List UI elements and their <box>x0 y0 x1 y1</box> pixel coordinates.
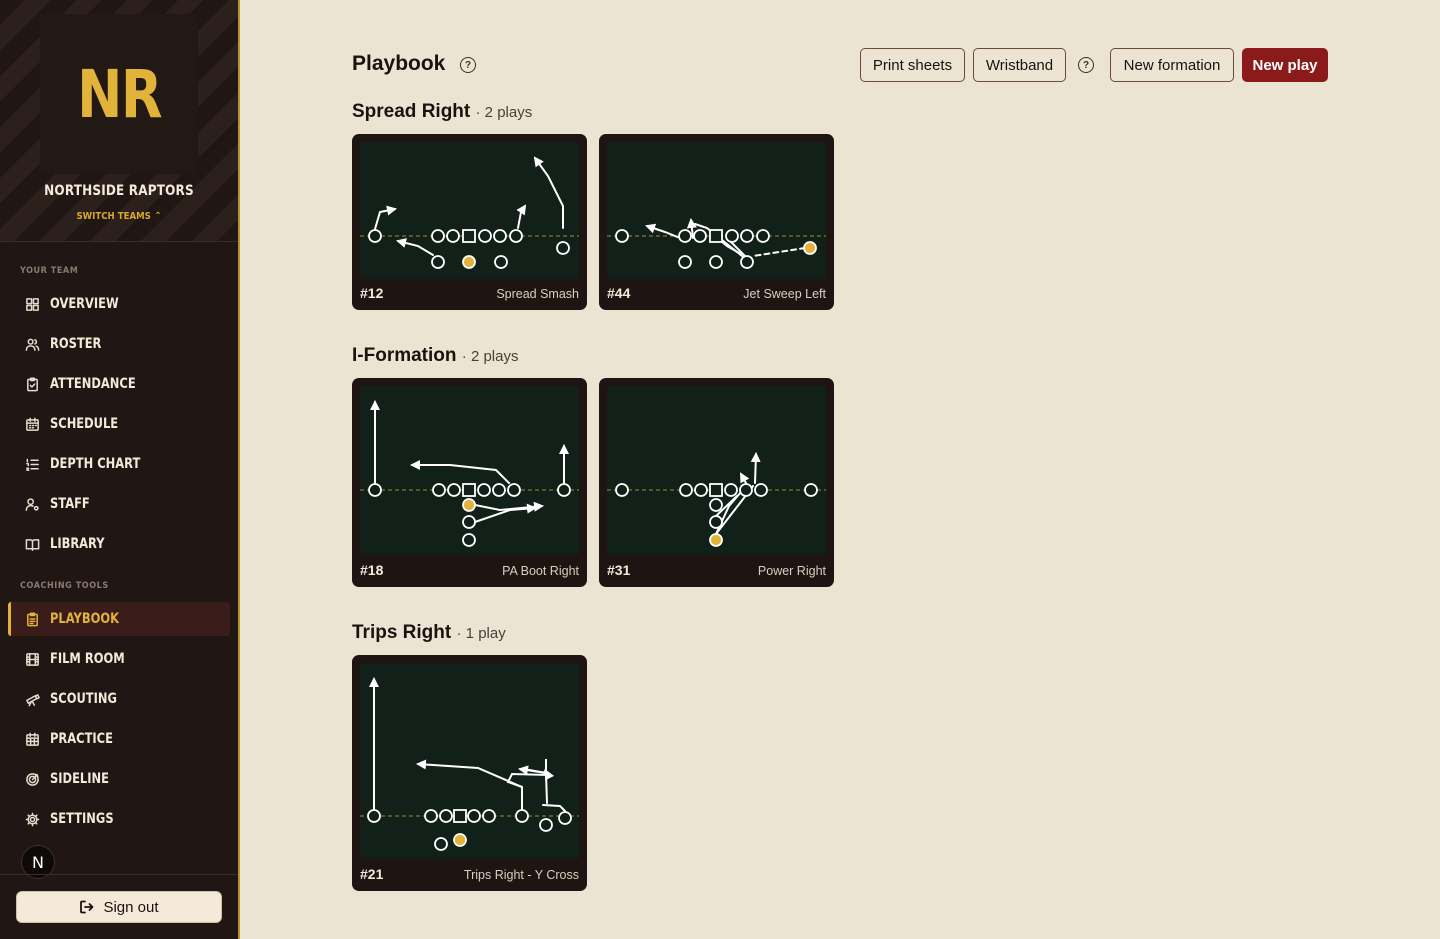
formation-name: Spread Right <box>352 101 471 122</box>
sidebar-item-label: PRACTICE <box>50 731 113 747</box>
sidebar-item-attendance[interactable]: ATTENDANCE <box>8 367 230 401</box>
play-card[interactable]: #12 Spread Smash <box>352 134 587 310</box>
sidebar-item-label: SETTINGS <box>50 811 114 827</box>
play-count: · 1 play <box>456 625 506 642</box>
sidebar-item-label: ROSTER <box>50 336 102 352</box>
page-title: Playbook <box>352 52 446 75</box>
play-name: Power Right <box>757 564 826 578</box>
play-number: #21 <box>360 866 384 882</box>
formation-name: I-Formation <box>352 345 457 366</box>
nav-section-coaching-tools: COACHING TOOLS <box>20 581 109 591</box>
sidebar-divider <box>0 874 238 875</box>
formation-title: Trips Right · 1 play <box>352 622 506 644</box>
calendar-icon <box>24 416 40 432</box>
chevron-up-down-icon: ⌃ <box>154 211 162 222</box>
print-sheets-button[interactable]: Print sheets <box>860 48 965 82</box>
play-card[interactable]: #21 Trips Right - Y Cross <box>352 655 587 891</box>
formation-title: I-Formation · 2 plays <box>352 345 518 367</box>
film-icon <box>24 651 40 667</box>
play-number: #18 <box>360 562 384 578</box>
list-ordered-icon <box>24 456 40 472</box>
sidebar-item-label: PLAYBOOK <box>50 611 119 627</box>
sidebar-item-label: SIDELINE <box>50 771 109 787</box>
switch-teams-label: SWITCH TEAMS <box>76 211 151 222</box>
sidebar: NR NORTHSIDE RAPTORS SWITCH TEAMS ⌃ YOUR … <box>0 0 240 939</box>
play-card[interactable]: #44 Jet Sweep Left <box>599 134 834 310</box>
team-name: NORTHSIDE RAPTORS <box>44 183 194 199</box>
sidebar-item-label: DEPTH CHART <box>50 456 141 472</box>
sidebar-item-practice[interactable]: PRACTICE <box>8 722 230 756</box>
sidebar-item-label: SCHEDULE <box>50 416 119 432</box>
team-logo: NR <box>40 14 198 174</box>
new-play-button[interactable]: New play <box>1242 48 1328 82</box>
play-diagram-svg <box>360 156 579 269</box>
telescope-icon <box>24 691 40 707</box>
sidebar-item-label: LIBRARY <box>50 536 105 552</box>
play-count: · 2 plays <box>475 104 533 121</box>
clipboard-icon <box>24 611 40 627</box>
sidebar-item-scouting[interactable]: SCOUTING <box>8 682 230 716</box>
users-icon <box>24 336 40 352</box>
sidebar-item-playbook[interactable]: PLAYBOOK <box>8 602 230 636</box>
formation-title: Spread Right · 2 plays <box>352 101 532 123</box>
user-cog-icon <box>24 496 40 512</box>
play-name: Trips Right - Y Cross <box>463 868 579 882</box>
sign-out-button[interactable]: Sign out <box>16 891 222 923</box>
sidebar-item-label: OVERVIEW <box>50 296 119 312</box>
sign-out-label: Sign out <box>103 898 159 916</box>
clipboard-check-icon <box>24 376 40 392</box>
switch-teams-button[interactable]: SWITCH TEAMS ⌃ <box>17 211 222 222</box>
sidebar-item-label: STAFF <box>50 496 90 512</box>
play-diagram <box>360 663 579 859</box>
sidebar-item-schedule[interactable]: SCHEDULE <box>8 407 230 441</box>
log-out-icon <box>80 900 94 914</box>
sidebar-item-label: FILM ROOM <box>50 651 125 667</box>
sidebar-item-sideline[interactable]: SIDELINE <box>8 762 230 796</box>
play-card[interactable]: #31 Power Right <box>599 378 834 587</box>
formation-name: Trips Right <box>352 622 452 643</box>
play-diagram <box>360 142 579 279</box>
new-formation-button[interactable]: New formation <box>1110 48 1234 82</box>
book-icon <box>24 536 40 552</box>
team-brand: NR NORTHSIDE RAPTORS SWITCH TEAMS ⌃ <box>0 0 238 242</box>
target-icon <box>24 771 40 787</box>
play-diagram-svg <box>607 452 826 547</box>
play-diagram-svg <box>360 400 579 547</box>
team-logo-text: NR <box>77 55 162 133</box>
play-diagram-svg <box>360 677 579 851</box>
play-card[interactable]: #18 PA Boot Right <box>352 378 587 587</box>
play-name: Spread Smash <box>496 287 579 301</box>
play-diagram-svg <box>607 218 826 269</box>
sidebar-item-library[interactable]: LIBRARY <box>8 527 230 561</box>
sidebar-item-settings[interactable]: SETTINGS <box>8 802 230 836</box>
play-diagram <box>607 142 826 279</box>
play-diagram <box>360 386 579 555</box>
play-name: PA Boot Right <box>502 564 579 578</box>
play-name: Jet Sweep Left <box>743 287 826 301</box>
help-icon[interactable]: ? <box>1078 57 1094 73</box>
sidebar-item-staff[interactable]: STAFF <box>8 487 230 521</box>
grid-icon <box>24 296 40 312</box>
help-icon[interactable]: ? <box>460 57 476 73</box>
sidebar-item-label: ATTENDANCE <box>50 376 136 392</box>
play-count: · 2 plays <box>461 348 519 365</box>
sidebar-item-roster[interactable]: ROSTER <box>8 327 230 361</box>
play-number: #31 <box>607 562 631 578</box>
play-number: #12 <box>360 285 384 301</box>
nav-section-your-team: YOUR TEAM <box>20 266 79 276</box>
calendar-grid-icon <box>24 731 40 747</box>
sidebar-item-label: SCOUTING <box>50 691 117 707</box>
play-diagram <box>607 386 826 555</box>
sidebar-item-depth-chart[interactable]: DEPTH CHART <box>8 447 230 481</box>
sidebar-item-overview[interactable]: OVERVIEW <box>8 287 230 321</box>
gear-icon <box>24 811 40 827</box>
sidebar-item-film-room[interactable]: FILM ROOM <box>8 642 230 676</box>
play-number: #44 <box>607 285 631 301</box>
wristband-button[interactable]: Wristband <box>973 48 1066 82</box>
